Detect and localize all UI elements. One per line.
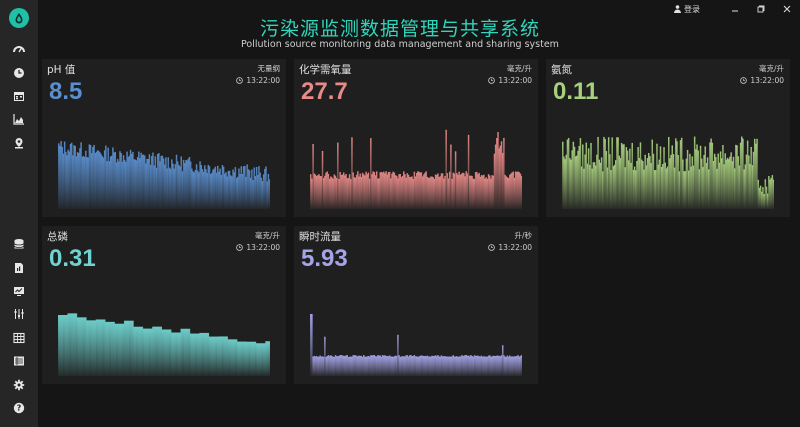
minimize-button[interactable] (722, 5, 748, 13)
sparkline-bar (520, 175, 522, 209)
clock-icon (488, 244, 496, 251)
sparkline-chart (310, 314, 522, 376)
file-chart-icon[interactable] (12, 261, 26, 275)
help-icon[interactable]: ? (12, 401, 26, 415)
sparkline-chart (562, 136, 774, 209)
sparkline-chart (58, 313, 270, 376)
table-icon[interactable] (12, 331, 26, 345)
clock-icon (488, 77, 496, 84)
database-icon[interactable] (12, 237, 26, 251)
clock-icon (236, 77, 244, 84)
clock-icon (236, 244, 244, 251)
panel-time: 13:22:00 (488, 243, 532, 252)
location-icon[interactable] (12, 136, 26, 150)
area-chart-icon[interactable] (12, 112, 26, 126)
panel-chart (310, 276, 522, 376)
close-button[interactable] (774, 5, 800, 13)
sparkline-chart (310, 129, 522, 209)
panel-name: 瞬时流量 (299, 231, 341, 243)
panel-name: 氨氮 (551, 64, 572, 76)
calendar-icon[interactable] (12, 89, 26, 103)
panel-unit: 毫克/升 (758, 64, 784, 73)
panel-chart (58, 276, 270, 376)
panel-unit: 毫克/升 (506, 64, 532, 73)
panel-time-label: 13:22:00 (498, 243, 532, 252)
panel-time-label: 13:22:00 (498, 76, 532, 85)
sparkline-chart (58, 141, 270, 209)
panel-name: pH 值 (47, 64, 76, 76)
monitor-chart-icon[interactable] (12, 284, 26, 298)
sidebar: ? (0, 0, 38, 427)
panel-value: 5.93 (301, 245, 348, 272)
panel-unit: 无量纲 (257, 64, 281, 73)
page-subtitle: Pollution source monitoring data managem… (241, 39, 559, 50)
sparkline-bar (268, 179, 270, 209)
svg-text:?: ? (17, 404, 22, 413)
list-table-icon[interactable] (12, 354, 26, 368)
panel-time: 13:22:00 (236, 76, 280, 85)
restore-button[interactable] (748, 5, 774, 13)
panel-nh3: 氨氮 毫克/升 13:22:00 0.11 (546, 59, 790, 217)
panel-time: 13:22:00 (236, 243, 280, 252)
panel-tp: 总磷 毫克/升 13:22:00 0.31 (42, 226, 286, 384)
sparkline-bar (520, 355, 522, 376)
panel-name: 总磷 (47, 231, 68, 243)
panel-unit: 毫克/升 (254, 231, 280, 240)
gear-icon[interactable] (12, 378, 26, 392)
sparkline-bar (268, 341, 270, 376)
panel-time-label: 13:22:00 (246, 243, 280, 252)
sparkline-bar (772, 179, 774, 209)
close-icon (783, 5, 791, 13)
clock-icon (740, 77, 748, 84)
panel-ph: pH 值 无量纲 13:22:00 8.5 (42, 59, 286, 217)
panel-chart (562, 109, 774, 209)
panel-value: 0.31 (49, 245, 96, 272)
restore-icon (757, 5, 765, 13)
page-title: 污染源监测数据管理与共享系统 (259, 18, 540, 40)
panel-chart (310, 109, 522, 209)
sliders-icon[interactable] (12, 307, 26, 321)
panel-flow: 瞬时流量 升/秒 13:22:00 5.93 (294, 226, 538, 384)
minimize-icon (732, 10, 738, 12)
panel-cod: 化学需氧量 毫克/升 13:22:00 27.7 (294, 59, 538, 217)
user-icon (674, 5, 681, 13)
clock-icon[interactable] (12, 66, 26, 80)
panel-time-label: 13:22:00 (246, 76, 280, 85)
panel-unit: 升/秒 (514, 231, 532, 240)
panel-time: 13:22:00 (740, 76, 784, 85)
login-button[interactable]: 登录 (674, 4, 700, 15)
panel-time: 13:22:00 (488, 76, 532, 85)
panel-name: 化学需氧量 (299, 64, 352, 76)
panel-value: 8.5 (49, 78, 83, 105)
panel-value: 27.7 (301, 78, 348, 105)
panel-time-label: 13:22:00 (750, 76, 784, 85)
panel-value: 0.11 (553, 78, 599, 105)
login-label: 登录 (684, 4, 700, 14)
panel-chart (58, 109, 270, 209)
